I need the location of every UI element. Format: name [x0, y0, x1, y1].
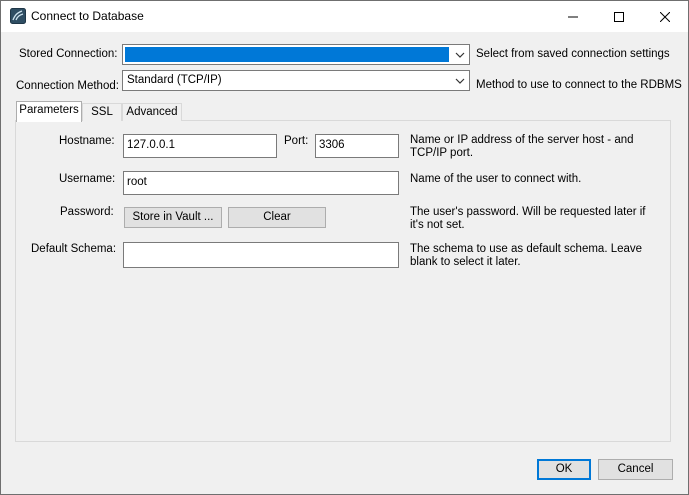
hostname-help: Name or IP address of the server host - … — [410, 134, 634, 159]
connection-method-help: Method to use to connect to the RDBMS — [476, 79, 682, 91]
title-bar: Connect to Database — [1, 1, 688, 32]
tab-ssl[interactable]: SSL — [82, 103, 122, 121]
stored-connection-selection — [125, 47, 449, 62]
password-label: Password: — [60, 206, 114, 218]
minimize-button[interactable] — [550, 1, 596, 32]
port-field[interactable]: 3306 — [315, 134, 399, 158]
cancel-button[interactable]: Cancel — [598, 459, 673, 480]
close-icon — [660, 11, 670, 22]
close-button[interactable] — [642, 1, 688, 32]
ok-button[interactable]: OK — [537, 459, 591, 480]
hostname-label: Hostname: — [59, 135, 115, 147]
maximize-button[interactable] — [596, 1, 642, 32]
tab-parameters[interactable]: Parameters — [16, 101, 82, 122]
stored-connection-select[interactable] — [122, 44, 470, 65]
stored-connection-help: Select from saved connection settings — [476, 48, 670, 60]
parameters-panel — [15, 120, 671, 442]
stored-connection-label: Stored Connection: — [19, 48, 118, 60]
minimize-icon — [568, 16, 578, 17]
default-schema-help: The schema to use as default schema. Lea… — [410, 243, 643, 268]
chevron-down-icon — [455, 78, 465, 84]
port-label: Port: — [284, 135, 309, 147]
window-title: Connect to Database — [31, 9, 144, 23]
password-help: The user's password. Will be requested l… — [410, 206, 646, 231]
connection-method-value: Standard (TCP/IP) — [127, 74, 222, 86]
username-label: Username: — [59, 173, 116, 185]
chevron-down-icon — [455, 52, 465, 58]
mysql-workbench-icon — [10, 8, 26, 24]
maximize-icon — [614, 11, 624, 22]
connection-method-label: Connection Method: — [16, 80, 119, 92]
username-field[interactable]: root — [123, 171, 399, 195]
clear-password-button[interactable]: Clear — [228, 207, 326, 228]
default-schema-label: Default Schema: — [31, 243, 117, 255]
store-in-vault-button[interactable]: Store in Vault ... — [124, 207, 222, 228]
connect-to-database-dialog: Connect to Database Stored Connection: S… — [0, 0, 689, 495]
default-schema-field[interactable] — [123, 242, 399, 268]
connection-method-select[interactable]: Standard (TCP/IP) — [122, 70, 470, 91]
hostname-field[interactable]: 127.0.0.1 — [123, 134, 277, 158]
username-help: Name of the user to connect with. — [410, 173, 582, 185]
tab-advanced[interactable]: Advanced — [122, 103, 182, 121]
